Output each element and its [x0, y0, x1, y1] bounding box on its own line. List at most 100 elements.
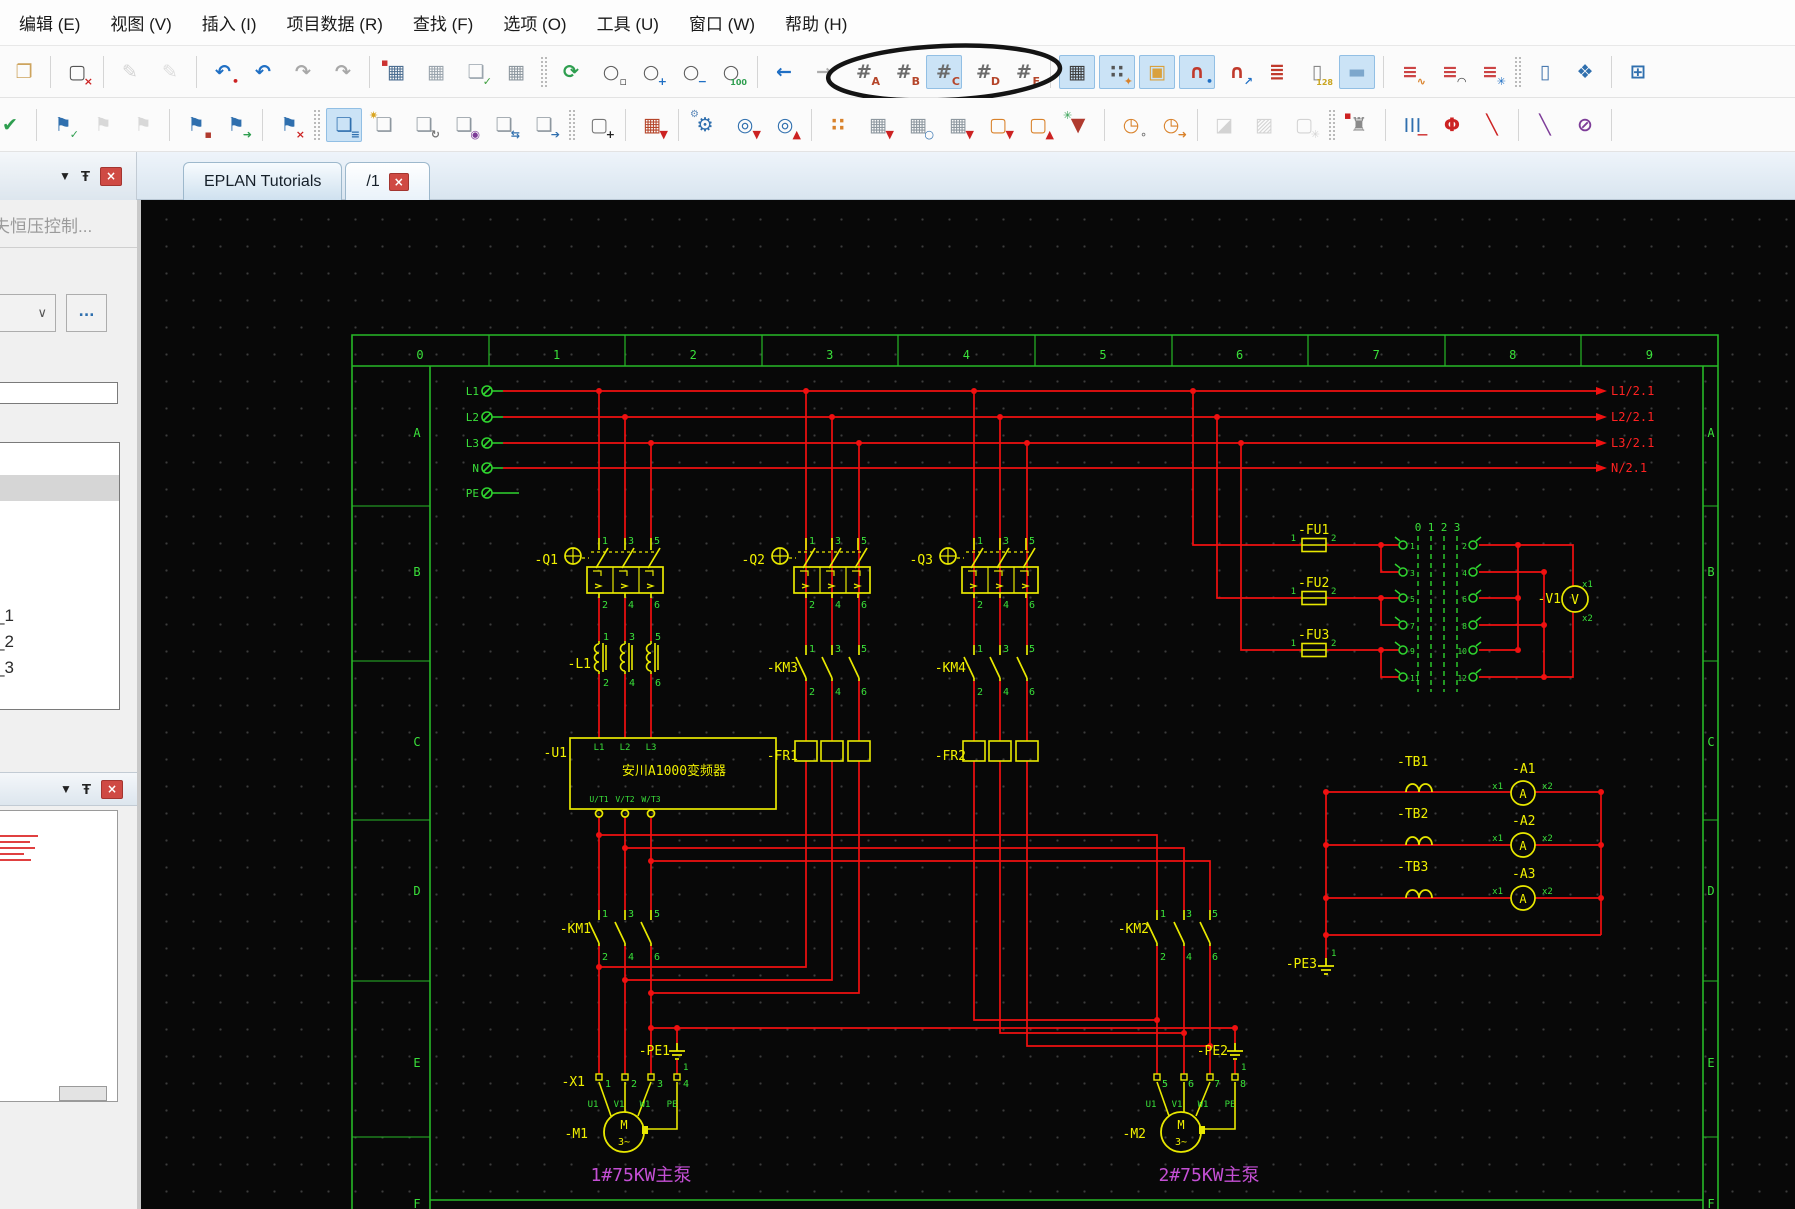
- connections-icon[interactable]: ⚙ ⚙: [687, 108, 723, 142]
- flag-next-icon[interactable]: ⚑: [125, 108, 161, 142]
- browse-button[interactable]: ...: [66, 294, 107, 332]
- flag-goto-icon[interactable]: ⚑ ➜: [218, 108, 254, 142]
- net-point-icon[interactable]: ⊘: [1567, 108, 1603, 142]
- tab-close-button[interactable]: ×: [388, 172, 409, 191]
- signal-read-icon[interactable]: ≡ ◠: [1432, 55, 1468, 89]
- copy-format-icon[interactable]: ✎: [152, 55, 188, 89]
- search-field[interactable]: [0, 382, 118, 404]
- grid-display-icon[interactable]: ▦: [1059, 54, 1095, 89]
- potential-icon[interactable]: Φ: [1434, 108, 1470, 142]
- page-properties-icon[interactable]: ❏ ↻: [406, 108, 442, 142]
- signal-wave-icon[interactable]: ≡ ∿: [1392, 55, 1428, 89]
- selected-row[interactable]: [0, 475, 119, 501]
- undo-icon[interactable]: ↶ •: [205, 55, 241, 89]
- zoom-100-icon[interactable]: ○ 100: [713, 55, 749, 89]
- place-number-icon[interactable]: ▯ 128: [1299, 55, 1335, 89]
- grid-d-icon[interactable]: # D: [966, 55, 1002, 89]
- menu-item-5[interactable]: 选项 (O): [488, 4, 581, 41]
- new-page-icon[interactable]: ❏ ✷: [366, 108, 402, 142]
- paste-icon[interactable]: ❐: [6, 55, 42, 89]
- panel2-pin-icon[interactable]: Ŧ: [82, 781, 91, 798]
- topology-icon[interactable]: ❖: [1567, 55, 1603, 89]
- menu-item-0[interactable]: 编辑 (E): [4, 4, 95, 41]
- menu-item-4[interactable]: 查找 (F): [398, 4, 488, 41]
- filter-combobox[interactable]: ∨: [0, 294, 56, 332]
- parts-icon[interactable]: ⊞: [1620, 55, 1656, 89]
- back-icon[interactable]: ←: [766, 55, 802, 89]
- list-item-0[interactable]: _1: [0, 603, 119, 629]
- cable-edit-icon[interactable]: ▦ ▼: [940, 108, 976, 142]
- grid-c-icon[interactable]: # C: [926, 54, 962, 89]
- page-copy-icon[interactable]: ❏ ⇆: [486, 108, 522, 142]
- edit-box-icon[interactable]: ▬: [1339, 54, 1375, 89]
- format-paint-icon[interactable]: ✎: [112, 55, 148, 89]
- panel2-close-button[interactable]: ×: [101, 779, 123, 799]
- cable-icon[interactable]: ∷: [820, 108, 856, 142]
- terminal-strip-icon[interactable]: ▦ ▼: [634, 108, 670, 142]
- flag-book-icon[interactable]: ⚑ ▪: [178, 108, 214, 142]
- net-break-icon[interactable]: ╲: [1527, 108, 1563, 142]
- menu-item-3[interactable]: 项目数据 (R): [272, 4, 398, 41]
- grid-b-icon[interactable]: # B: [886, 55, 922, 89]
- page-export-icon[interactable]: ❏ ➔: [526, 108, 562, 142]
- workspace-icon[interactable]: ▦ ▪: [378, 55, 414, 89]
- undo-list-icon[interactable]: ↶: [245, 55, 281, 89]
- menu-item-6[interactable]: 工具 (U): [582, 4, 674, 41]
- panel-close-button[interactable]: ×: [100, 166, 122, 186]
- device-icon[interactable]: ▯: [1527, 55, 1563, 89]
- connection-break-icon[interactable]: ╲: [1474, 108, 1510, 142]
- check-project-icon[interactable]: ✔: [0, 108, 28, 142]
- snap-grid-icon[interactable]: ∷ ✦: [1099, 54, 1135, 89]
- delete-selection-icon[interactable]: ▢ ×: [59, 55, 95, 89]
- toolbar-drag-handle[interactable]: [1514, 55, 1521, 88]
- redo-list-icon[interactable]: ↷: [325, 55, 361, 89]
- schematic-canvas[interactable]: L1 L2 L3 N PE L1/2.1 L2/2.1 L3/2.1 N/2.1 -Q1 -Q2 -Q…: [141, 200, 1795, 1209]
- snap-magnet-icon[interactable]: ∩ •: [1179, 54, 1215, 89]
- menu-item-7[interactable]: 窗口 (W): [674, 4, 770, 41]
- macro-box-icon[interactable]: ▢ +: [581, 108, 617, 142]
- menu-item-2[interactable]: 插入 (I): [187, 4, 272, 41]
- gauge-sync-icon[interactable]: ◷ ∘: [1113, 108, 1149, 142]
- flag-settings-icon[interactable]: ⚑: [85, 108, 121, 142]
- grid-a-icon[interactable]: # A: [846, 55, 882, 89]
- list-item-1[interactable]: _2: [0, 629, 119, 655]
- cable-select-icon[interactable]: ▢ ▼: [980, 108, 1016, 142]
- zoom-in-icon[interactable]: ○ +: [633, 55, 669, 89]
- gauge-update-icon[interactable]: ◷ ➜: [1153, 108, 1189, 142]
- connection-filter-icon[interactable]: ◎ ▼: [727, 108, 763, 142]
- window-arrange-icon[interactable]: ▦: [418, 55, 454, 89]
- tab-eplan-tutorials[interactable]: EPLAN Tutorials: [183, 162, 343, 200]
- auto-connect-icon[interactable]: ▼ ✳: [1060, 108, 1096, 142]
- design-mode-icon[interactable]: ▣: [1139, 54, 1175, 89]
- region-icon[interactable]: ▢ ✳: [1286, 108, 1322, 142]
- flag-check-icon[interactable]: ⚑ ✓: [45, 108, 81, 142]
- object-snap-icon[interactable]: ∩ ↗: [1219, 55, 1255, 89]
- page-up-icon[interactable]: ❏ ◉: [446, 108, 482, 142]
- grid-e-icon[interactable]: # E: [1006, 55, 1042, 89]
- preview-button[interactable]: [59, 1086, 107, 1101]
- panel2-collapse-icon[interactable]: ▼: [60, 782, 72, 796]
- list-item-2[interactable]: _3: [0, 655, 119, 681]
- connection-symbol-icon[interactable]: ≣: [1259, 55, 1295, 89]
- zoom-out-icon[interactable]: ○ −: [673, 55, 709, 89]
- panel-pin-icon[interactable]: Ŧ: [81, 168, 90, 185]
- refresh-icon[interactable]: ⟳: [553, 55, 589, 89]
- table-icon[interactable]: ▦: [498, 55, 534, 89]
- tab--1[interactable]: /1 ×: [345, 162, 430, 200]
- interrupt-point-icon[interactable]: ☰ —: [1394, 108, 1430, 142]
- cable-filter-icon[interactable]: ▦ ▼: [860, 108, 896, 142]
- forward-icon[interactable]: →: [806, 55, 842, 89]
- page-tree-list[interactable]: _1_2_3: [0, 442, 120, 710]
- toolbar-drag-handle[interactable]: [568, 108, 575, 141]
- menu-item-8[interactable]: 帮助 (H): [770, 4, 862, 41]
- toolbar-drag-handle[interactable]: [313, 108, 320, 141]
- cable-gen-icon[interactable]: ▢ ▲: [1020, 108, 1056, 142]
- menu-item-1[interactable]: 视图 (V): [95, 4, 186, 41]
- layout-space-icon[interactable]: ◪: [1206, 108, 1242, 142]
- toolbar-drag-handle[interactable]: [1328, 108, 1335, 141]
- panel-collapse-icon[interactable]: ▼: [59, 169, 71, 183]
- page-check-icon[interactable]: ❏ ✓: [458, 55, 494, 89]
- connection-gen-icon[interactable]: ◎ ▲: [767, 108, 803, 142]
- stamp-icon[interactable]: ♜ ▪: [1341, 108, 1377, 142]
- zoom-window-icon[interactable]: ○ ▫: [593, 55, 629, 89]
